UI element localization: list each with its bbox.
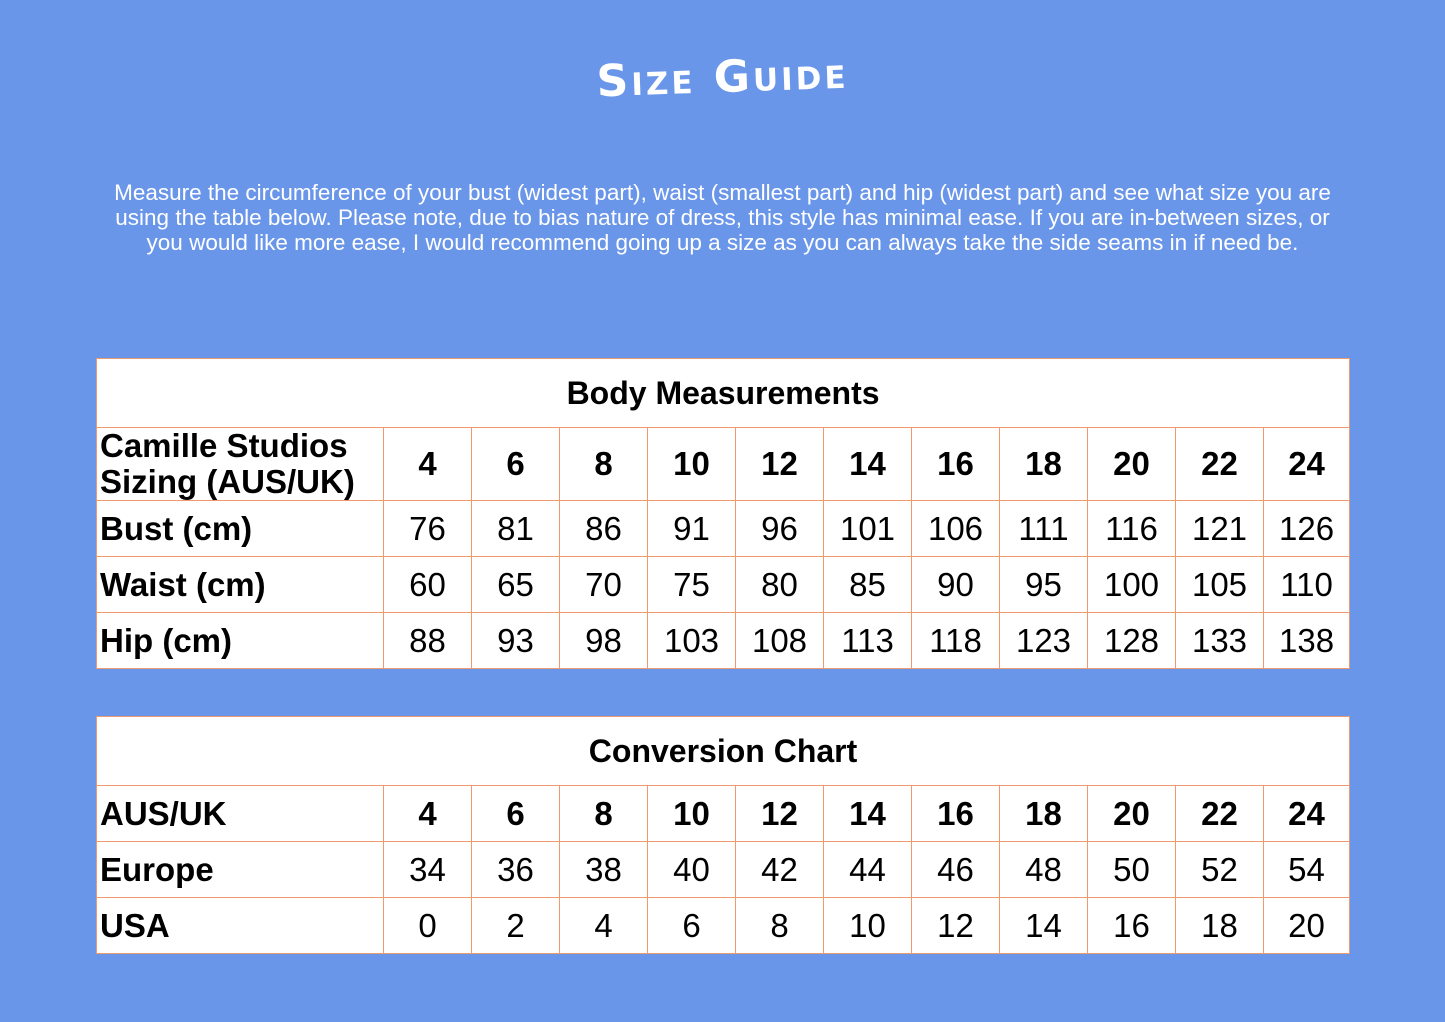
body-size-cell: 24 <box>1262 427 1351 501</box>
row-label-usa: USA <box>96 897 384 954</box>
table-cell: 40 <box>647 841 736 898</box>
table-cell: 54 <box>1262 841 1351 898</box>
table-cell: 86 <box>559 500 648 557</box>
table-cell: 121 <box>1175 500 1264 557</box>
table-cell: 100 <box>1087 556 1176 613</box>
table-cell: 93 <box>471 612 560 669</box>
table-row-waist: Waist (cm) 60 65 70 75 80 85 90 95 100 1… <box>96 556 1351 613</box>
table-row-europe: Europe 34 36 38 40 42 44 46 48 50 52 54 <box>96 841 1351 898</box>
table-cell: 108 <box>735 612 824 669</box>
body-size-cell: 4 <box>383 427 472 501</box>
table-row-hip: Hip (cm) 88 93 98 103 108 113 118 123 12… <box>96 612 1351 669</box>
table-cell: 10 <box>823 897 912 954</box>
row-label-europe: Europe <box>96 841 384 898</box>
body-size-cell: 8 <box>559 427 648 501</box>
conversion-size-cell: 6 <box>471 785 560 842</box>
conversion-size-cell: 8 <box>559 785 648 842</box>
table-cell: 110 <box>1262 556 1351 613</box>
body-size-header-label: Camille Studios Sizing (AUS/UK) <box>96 427 384 501</box>
conversion-size-cell: 18 <box>999 785 1088 842</box>
table-cell: 4 <box>559 897 648 954</box>
table-cell: 106 <box>911 500 1000 557</box>
table-cell: 133 <box>1175 612 1264 669</box>
intro-paragraph: Measure the circumference of your bust (… <box>114 180 1331 255</box>
table-cell: 20 <box>1262 897 1351 954</box>
conversion-size-cell: 24 <box>1262 785 1351 842</box>
table-cell: 116 <box>1087 500 1176 557</box>
body-size-cell: 20 <box>1087 427 1176 501</box>
table-cell: 85 <box>823 556 912 613</box>
table-cell: 38 <box>559 841 648 898</box>
body-size-header-label-line2: Sizing (AUS/UK) <box>100 463 355 500</box>
table-cell: 0 <box>383 897 472 954</box>
body-size-cell: 12 <box>735 427 824 501</box>
table-cell: 6 <box>647 897 736 954</box>
table-cell: 81 <box>471 500 560 557</box>
body-size-cell: 14 <box>823 427 912 501</box>
table-cell: 14 <box>999 897 1088 954</box>
table-cell: 36 <box>471 841 560 898</box>
table-cell: 42 <box>735 841 824 898</box>
conversion-size-cell: 14 <box>823 785 912 842</box>
table-cell: 123 <box>999 612 1088 669</box>
table-cell: 2 <box>471 897 560 954</box>
table-cell: 60 <box>383 556 472 613</box>
table-cell: 65 <box>471 556 560 613</box>
conversion-size-cell: 4 <box>383 785 472 842</box>
body-size-cell: 6 <box>471 427 560 501</box>
body-size-cell: 22 <box>1175 427 1264 501</box>
table-cell: 138 <box>1262 612 1351 669</box>
table-cell: 80 <box>735 556 824 613</box>
conversion-size-cell: 22 <box>1175 785 1264 842</box>
table-cell: 95 <box>999 556 1088 613</box>
body-size-cell: 10 <box>647 427 736 501</box>
table-cell: 105 <box>1175 556 1264 613</box>
conversion-size-cell: 12 <box>735 785 824 842</box>
table-cell: 90 <box>911 556 1000 613</box>
row-label-bust: Bust (cm) <box>96 500 384 557</box>
table-cell: 91 <box>647 500 736 557</box>
table-cell: 12 <box>911 897 1000 954</box>
body-size-cell: 18 <box>999 427 1088 501</box>
table-cell: 46 <box>911 841 1000 898</box>
conversion-chart-table: Conversion Chart AUS/UK 4 6 8 10 12 14 1… <box>95 716 1351 954</box>
conversion-size-cell: 10 <box>647 785 736 842</box>
conversion-header-label: AUS/UK <box>96 785 384 842</box>
table-cell: 16 <box>1087 897 1176 954</box>
table-cell: 103 <box>647 612 736 669</box>
row-label-hip: Hip (cm) <box>96 612 384 669</box>
table-cell: 118 <box>911 612 1000 669</box>
conversion-size-cell: 16 <box>911 785 1000 842</box>
table-cell: 34 <box>383 841 472 898</box>
table-cell: 48 <box>999 841 1088 898</box>
table-cell: 75 <box>647 556 736 613</box>
table-cell: 98 <box>559 612 648 669</box>
table-cell: 76 <box>383 500 472 557</box>
conversion-size-cell: 20 <box>1087 785 1176 842</box>
table-cell: 52 <box>1175 841 1264 898</box>
page-title: Size Guide <box>595 47 850 108</box>
table-cell: 88 <box>383 612 472 669</box>
table-cell: 126 <box>1262 500 1351 557</box>
conversion-size-header-row: AUS/UK 4 6 8 10 12 14 16 18 20 22 24 <box>96 785 1351 842</box>
body-size-cell: 16 <box>911 427 1000 501</box>
body-size-header-label-line1: Camille Studios <box>100 427 348 464</box>
body-measurements-caption: Body Measurements <box>95 358 1351 428</box>
table-cell: 8 <box>735 897 824 954</box>
body-size-header-row: Camille Studios Sizing (AUS/UK) 4 6 8 10 … <box>96 427 1351 501</box>
table-row-bust: Bust (cm) 76 81 86 91 96 101 106 111 116… <box>96 500 1351 557</box>
table-row-usa: USA 0 2 4 6 8 10 12 14 16 18 20 <box>96 897 1351 954</box>
table-cell: 18 <box>1175 897 1264 954</box>
table-cell: 111 <box>999 500 1088 557</box>
table-cell: 96 <box>735 500 824 557</box>
conversion-chart-caption: Conversion Chart <box>95 716 1351 786</box>
row-label-waist: Waist (cm) <box>96 556 384 613</box>
table-cell: 44 <box>823 841 912 898</box>
table-cell: 101 <box>823 500 912 557</box>
table-cell: 50 <box>1087 841 1176 898</box>
table-cell: 70 <box>559 556 648 613</box>
table-cell: 128 <box>1087 612 1176 669</box>
table-cell: 113 <box>823 612 912 669</box>
body-measurements-table: Body Measurements Camille Studios Sizing … <box>95 358 1351 669</box>
